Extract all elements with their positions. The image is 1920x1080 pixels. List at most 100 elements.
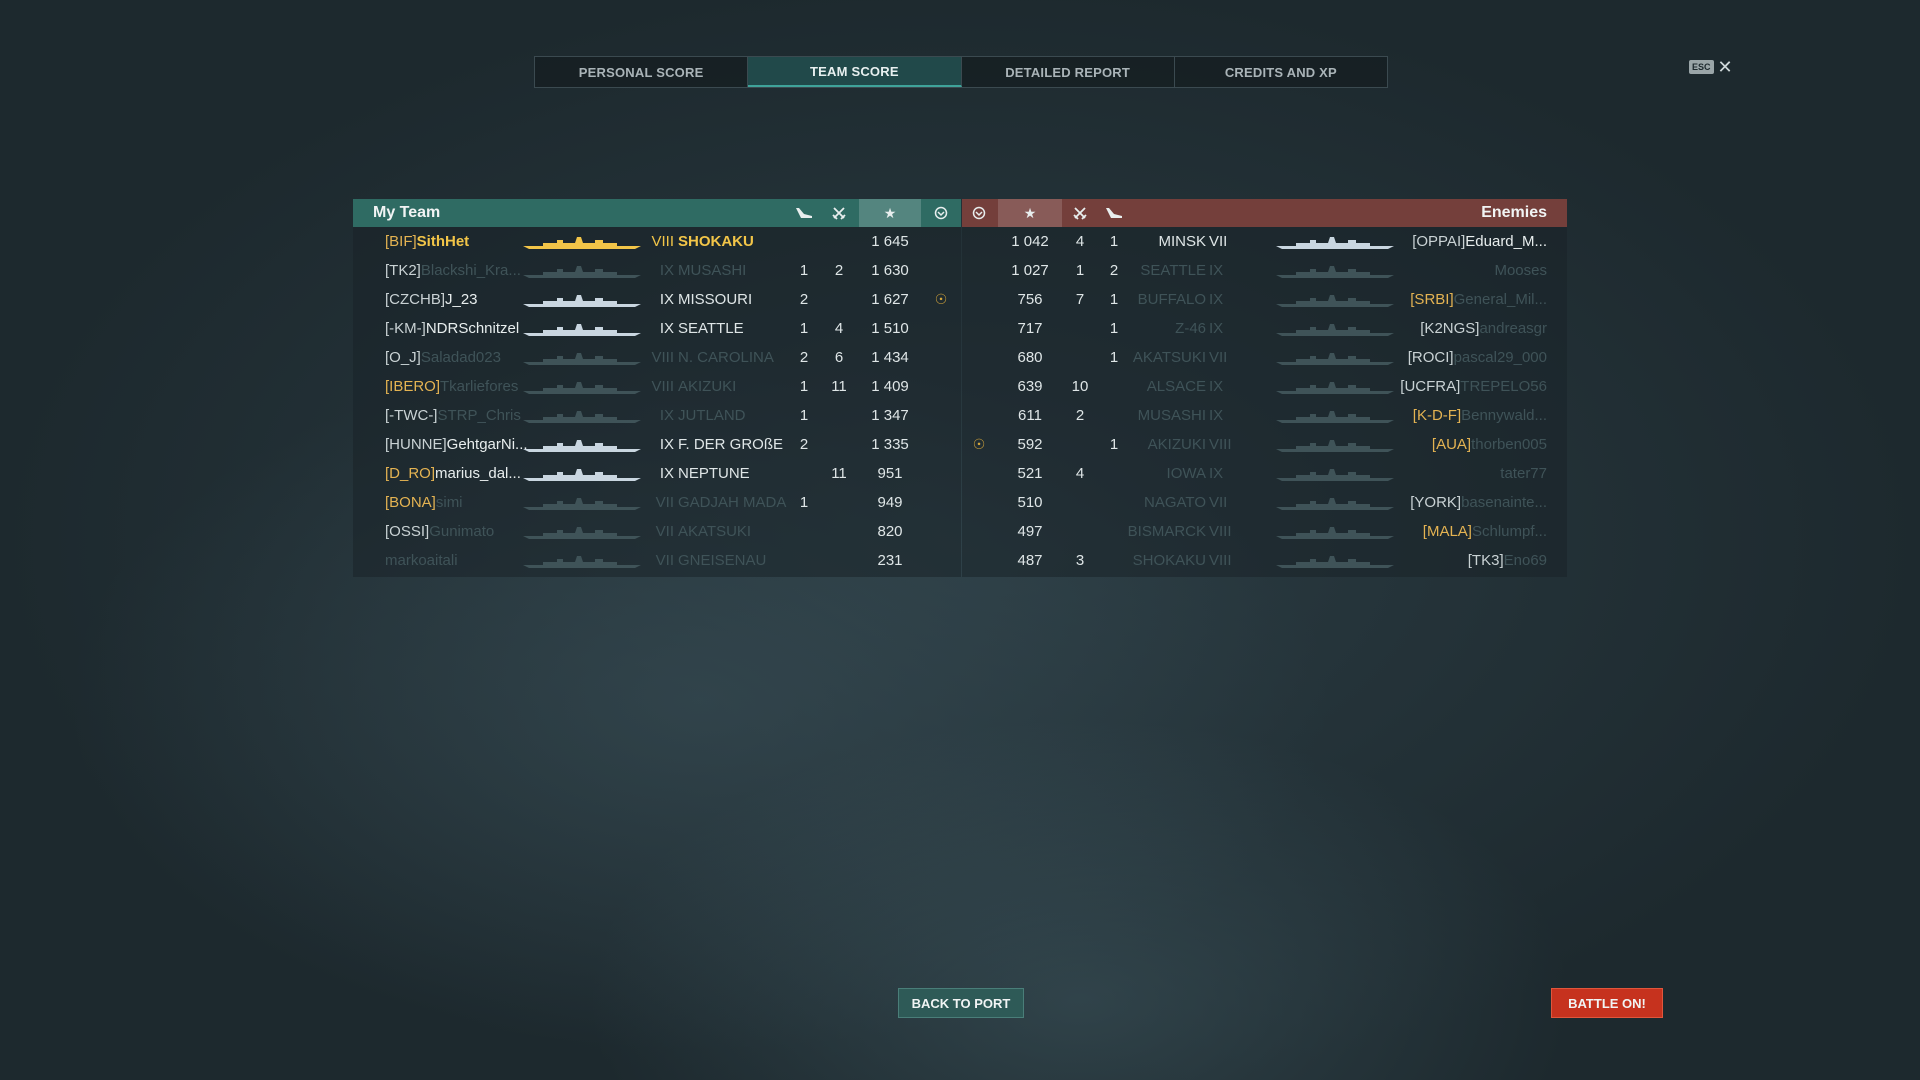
ship-name: MUSASHI [1137,407,1206,424]
enemy-team-row[interactable]: 756 7 1 BUFFALO IX [SRBI] General_Mil... [962,285,1567,314]
tab-personal-score[interactable]: PERSONAL SCORE [535,57,749,87]
planes-destroyed: 1 [1109,291,1119,308]
enemy-team-row[interactable]: 487 3 SHOKAKU VIII [TK3] Eno69 [962,546,1567,575]
ships-destroyed [1065,314,1095,343]
base-xp-score: 1 645 [871,233,909,250]
base-xp-score: 510 [1017,494,1043,511]
enemy-team-row[interactable]: 1 027 1 2 SEATTLE IX Mooses [962,256,1567,285]
tab-detailed-report[interactable]: DETAILED REPORT [962,57,1175,87]
enemy-team-row[interactable]: 497 BISMARCK VIII [MALA] Schlumpf... [962,517,1567,546]
player-name: Saladad023 [420,349,501,366]
my-team-row[interactable]: markoaitali VII GNEISENAU 231 [353,546,961,575]
my-team-row[interactable]: [D_RO] marius_dal... IX NEPTUNE 11 951 [353,459,961,488]
ships-destroyed: 11 [831,465,847,482]
my-team-row[interactable]: [BONA] simi VII GADJAH MADA 1 949 [353,488,961,517]
result-tabs: PERSONAL SCORE TEAM SCORE DETAILED REPOR… [534,56,1388,88]
base-xp-score: 1 409 [871,378,909,395]
my-team-row[interactable]: [-TWC-] STRP_Chris IX JUTLAND 1 1 347 [353,401,961,430]
my-team-row[interactable]: [O_J] Saladad023 VIII N. CAROLINA 2 6 1 434 [353,343,961,372]
plane-icon [789,199,819,227]
ship-name: Z-46 [1175,320,1206,337]
ships-destroyed [824,546,854,575]
player-cell: [IBERO] Tkarliefores [385,372,533,401]
battle-on-button[interactable]: BATTLE ON! [1551,988,1663,1018]
ships-destroyed [824,227,854,256]
enemy-team-row[interactable]: 639 10 ALSACE IX [UCFRA] TREPELO56 [962,372,1567,401]
planes-destroyed: 2 [799,349,809,366]
enemy-team-row[interactable]: 717 1 Z-46 IX [K2NGS] andreasgr [962,314,1567,343]
ship-name: GADJAH MADA [678,494,787,511]
player-name: Bennywald... [1461,407,1547,424]
player-name: basenainte... [1461,494,1547,511]
medal-icon [921,401,961,430]
medal-icon [921,227,961,256]
ship-tier: VIII [1209,523,1232,540]
my-team-row[interactable]: [BIF] SithHet VIII SHOKAKU 1 645 [353,227,961,256]
ships-destroyed: 10 [1071,378,1089,395]
medal-icon [921,488,961,517]
my-team-row[interactable]: [IBERO] Tkarliefores VIII AKIZUKI 1 11 1 409 [353,372,961,401]
ship-name: AKATSUKI [678,523,752,540]
clan-tag: [K2NGS] [1420,320,1480,337]
player-name: GehtgarNi... [446,436,528,453]
ships-destroyed [1065,488,1095,517]
enemy-team-row[interactable]: 680 1 AKATSUKI VII [ROCI] pascal29_000 [962,343,1567,372]
my-team-row[interactable]: [HUNNE] GehtgarNi... IX F. DER GROßE 2 1 335 [353,430,961,459]
close-button[interactable]: ESC ✕ [1689,58,1733,76]
my-team-row[interactable]: [TK2] Blackshi_Kra... IX MUSASHI 1 2 1 630 [353,256,961,285]
medal-icon [962,401,996,430]
ship-silhouette-icon [1276,438,1394,452]
player-cell: Mooses [1397,256,1547,285]
ship-tier: IX [1209,291,1224,308]
my-team-header: My Team ★ [353,199,961,227]
base-xp-score: 680 [1017,349,1043,366]
enemy-team-row[interactable]: 521 4 IOWA IX tater77 [962,459,1567,488]
ship-silhouette-icon [1276,525,1394,539]
ship-tier: IX [1209,320,1224,337]
clan-tag: [OSSI] [385,523,430,540]
player-cell: [AUA] thorben005 [1397,430,1547,459]
enemy-team-row[interactable]: 611 2 MUSASHI IX [K-D-F] Bennywald... [962,401,1567,430]
ship-silhouette-icon [523,380,641,394]
ship-tier: VIII [1209,436,1232,453]
ship-name: BUFFALO [1137,291,1206,308]
planes-destroyed: 1 [799,407,809,424]
my-team-row[interactable]: [OSSI] Gunimato VII AKATSUKI 820 [353,517,961,546]
player-name: tater77 [1500,465,1547,482]
base-capture-icon [921,199,961,227]
ship-silhouette-icon [523,264,641,278]
ship-name: AKATSUKI [1132,349,1206,366]
ships-destroyed [1065,343,1095,372]
player-name: TREPELO56 [1460,378,1547,395]
enemy-team-row[interactable]: 510 NAGATO VII [YORK] basenainte... [962,488,1567,517]
medal-icon [962,285,996,314]
ship-tier: IX [659,407,674,424]
base-xp-score: 521 [1017,465,1043,482]
ship-tier: IX [1209,465,1224,482]
enemy-team-row[interactable]: 1 042 4 1 MINSK VII [OPPAI] Eduard_M... [962,227,1567,256]
back-to-port-button[interactable]: BACK TO PORT [898,988,1024,1018]
player-name: J_23 [445,291,478,308]
ships-destroyed: 3 [1075,552,1085,569]
clan-tag: [O_J] [385,349,421,366]
clan-tag: [BIF] [385,233,417,250]
player-name: STRP_Chris [437,407,521,424]
planes-destroyed: 2 [799,291,809,308]
ship-silhouette-icon [523,322,641,336]
ship-silhouette-icon [1276,293,1394,307]
player-name: NDRSchnitzel [425,320,520,337]
ships-destroyed: 7 [1075,291,1085,308]
tab-credits-and-xp[interactable]: CREDITS AND XP [1175,57,1387,87]
tab-team-score[interactable]: TEAM SCORE [748,57,962,87]
enemy-team-row[interactable]: ☉ 592 1 AKIZUKI VIII [AUA] thorben005 [962,430,1567,459]
enemies-title: Enemies [1481,204,1547,221]
player-cell: [SRBI] General_Mil... [1397,285,1547,314]
ship-silhouette-icon [1276,554,1394,568]
clan-tag: [AUA] [1431,436,1472,453]
ship-silhouette-icon [1276,467,1394,481]
my-team-row[interactable]: [-KM-] NDRSchnitzel IX SEATTLE 1 4 1 510 [353,314,961,343]
my-team-row[interactable]: [CZCHB] J_23 IX MISSOURI 2 1 627 ☉ [353,285,961,314]
ships-destroyed: 4 [834,320,844,337]
medal-icon [962,488,996,517]
ship-tier: IX [659,465,674,482]
